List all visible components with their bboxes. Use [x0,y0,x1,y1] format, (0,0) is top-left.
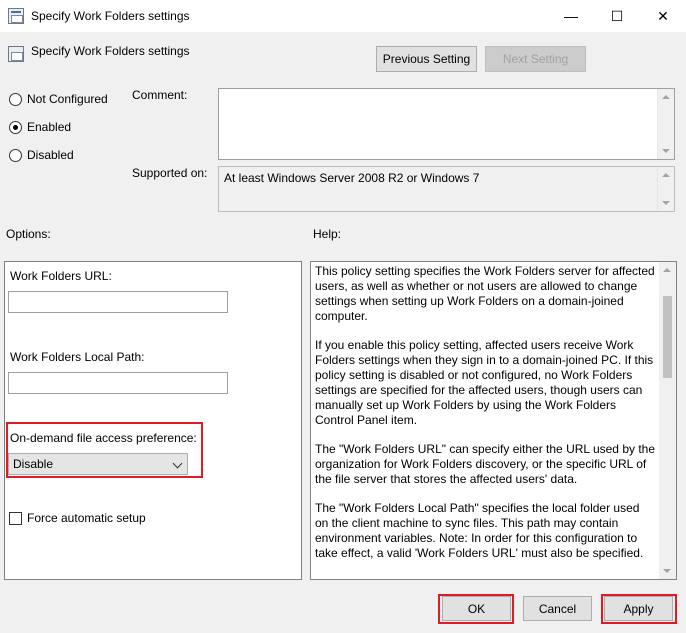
radio-indicator[interactable] [9,92,22,106]
supported-on-label: Supported on: [132,166,208,180]
supported-on-value: At least Windows Server 2008 R2 or Windo… [224,171,480,185]
help-heading: Help: [313,227,342,241]
minimize-button[interactable]: — [548,0,594,32]
help-scrollbar[interactable] [659,262,676,579]
work-folders-local-path-input[interactable] [8,372,228,394]
comment-textarea[interactable] [218,88,675,160]
work-folders-url-input[interactable] [8,291,228,313]
radio-indicator[interactable] [9,148,22,162]
supported-scrollbar[interactable] [657,167,674,211]
scroll-down-icon[interactable] [662,201,670,205]
close-button[interactable]: ✕ [640,0,686,32]
policy-settings-icon [8,46,24,62]
policy-settings-icon [8,8,24,24]
chevron-down-icon [172,458,183,469]
radio-label: Not Configured [27,92,108,106]
comment-label: Comment: [132,88,188,102]
work-folders-local-path-label: Work Folders Local Path: [10,350,145,364]
previous-setting-button[interactable]: Previous Setting [376,46,477,72]
help-paragraph: The "Work Folders URL" can specify eithe… [315,442,656,486]
cancel-button[interactable]: Cancel [523,596,592,621]
checkbox-label: Force automatic setup [27,511,146,525]
force-automatic-setup-checkbox[interactable]: Force automatic setup [9,511,146,525]
radio-enabled[interactable]: Enabled [9,120,71,134]
radio-label: Disabled [27,148,74,162]
apply-button[interactable]: Apply [604,596,673,621]
help-paragraph: The "Work Folders Local Path" specifies … [315,501,644,560]
ondemand-label: On-demand file access preference: [10,431,197,445]
checkbox-indicator[interactable] [9,511,22,525]
help-paragraph: This policy setting specifies the Work F… [315,264,655,323]
scroll-up-icon[interactable] [663,268,671,272]
comment-scrollbar[interactable] [657,89,674,159]
scroll-thumb[interactable] [663,296,672,378]
ok-button[interactable]: OK [442,596,511,621]
ondemand-selected-value: Disable [13,457,54,471]
radio-disabled[interactable]: Disabled [9,148,74,162]
setting-title: Specify Work Folders settings [31,44,190,58]
radio-indicator[interactable] [9,120,22,134]
scroll-down-icon[interactable] [662,149,670,153]
window-title: Specify Work Folders settings [31,9,190,23]
radio-not-configured[interactable]: Not Configured [9,92,108,106]
help-panel: This policy setting specifies the Work F… [310,261,677,580]
options-heading: Options: [6,227,51,241]
scroll-down-icon[interactable] [663,569,671,573]
scroll-up-icon[interactable] [662,95,670,99]
ondemand-select[interactable]: Disable [8,453,188,475]
work-folders-url-label: Work Folders URL: [10,269,112,283]
help-paragraph: If you enable this policy setting, affec… [315,338,654,427]
maximize-button[interactable]: ☐ [594,0,640,32]
scroll-up-icon[interactable] [662,173,670,177]
radio-label: Enabled [27,120,72,134]
help-text: This policy setting specifies the Work F… [315,264,655,575]
next-setting-button[interactable]: Next Setting [485,46,586,72]
